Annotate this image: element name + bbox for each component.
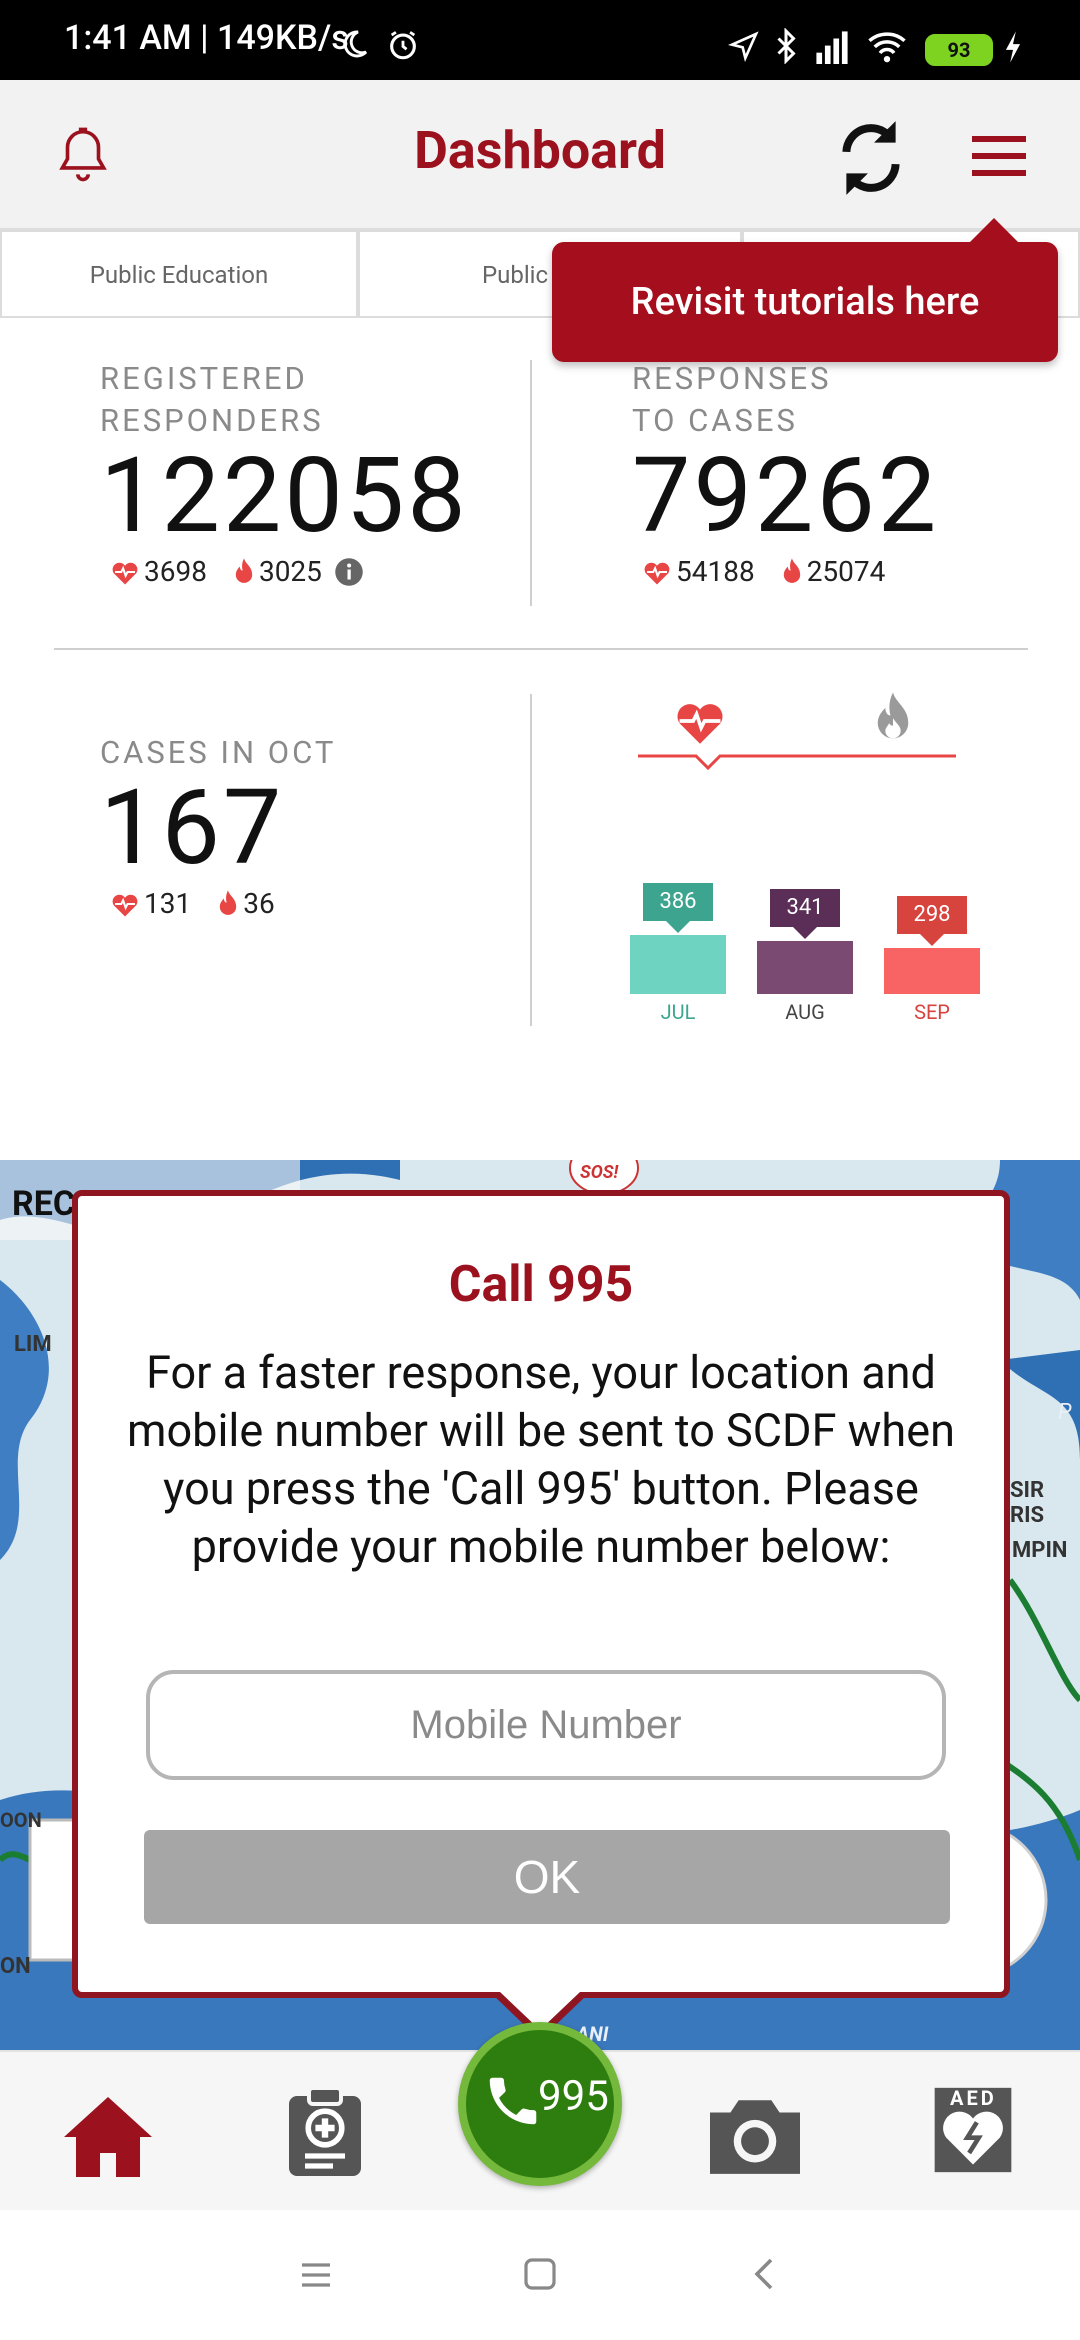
fire-icon — [233, 557, 255, 587]
dialog-title: Call 995 — [448, 1256, 634, 1314]
bar-label-sep: SEP — [914, 1000, 950, 1024]
hamburger-menu-icon[interactable] — [970, 134, 1028, 178]
info-icon[interactable] — [334, 557, 364, 587]
call-button-label: 995 — [538, 2072, 609, 2121]
app-header: Dashboard — [0, 80, 1080, 230]
bar-value-pointer-aug — [793, 927, 817, 939]
registered-responders-block: REGISTERED RESPONDERS 122058 3698 3025 — [100, 358, 469, 592]
responses-value: 79262 — [632, 436, 940, 557]
heart-pulse-icon — [642, 558, 672, 586]
bar-value-pointer-sep — [920, 934, 944, 946]
page-title: Dashboard — [414, 120, 666, 181]
stats-divider-horizontal — [54, 648, 1028, 650]
medical-clipboard-icon[interactable] — [280, 2084, 370, 2180]
fire-icon — [781, 557, 803, 587]
stats-divider-vertical-top — [530, 360, 532, 606]
cases-value: 167 — [100, 768, 285, 889]
status-bar: 1:41 AM | 149KB/s 93 — [0, 0, 1080, 80]
bar-label-jul: JUL — [660, 1000, 696, 1024]
map-label-oon: OON — [0, 1808, 42, 1832]
bar-value-sep: 298 — [897, 896, 967, 934]
bar-value-pointer-jul — [666, 921, 690, 933]
battery-indicator: 93 — [925, 34, 993, 66]
responses-fire-count: 25074 — [806, 555, 886, 588]
moon-icon — [343, 30, 368, 58]
bar-aug — [757, 941, 853, 994]
fire-icon — [217, 889, 239, 919]
mobile-number-input[interactable] — [146, 1670, 946, 1780]
responses-label-line1: RESPONSES — [632, 360, 832, 397]
map-label-p: P — [1058, 1400, 1072, 1425]
dialog-message: For a faster response, your location and… — [127, 1346, 955, 1573]
signal-icon — [816, 31, 848, 64]
sync-icon[interactable] — [834, 118, 908, 198]
system-menu-icon[interactable] — [298, 2258, 334, 2292]
stats-divider-vertical-bottom — [530, 694, 532, 1026]
bar-sep — [884, 948, 980, 994]
system-home-icon[interactable] — [522, 2256, 558, 2292]
cases-month-block: CASES IN OCT 167 131 36 — [100, 732, 336, 924]
location-arrow-icon — [728, 31, 759, 62]
heart-pulse-icon — [110, 890, 140, 918]
camera-icon[interactable] — [700, 2088, 810, 2178]
monthly-cases-bar-chart: 386 JUL 341 AUG 298 SEP — [620, 840, 1000, 1030]
heart-pulse-icon — [110, 558, 140, 586]
map-sos-label: SOS! — [580, 1162, 619, 1183]
tab-public-education[interactable]: Public Education — [0, 230, 358, 318]
alarm-icon — [390, 31, 416, 60]
map-label-sir-ris: SIR RIS — [1010, 1478, 1045, 1528]
registered-value: 122058 — [100, 436, 469, 557]
status-time: 1:41 AM | 149KB/s — [64, 18, 349, 58]
map-label-mpin: MPIN — [1012, 1538, 1068, 1563]
cases-heart-count: 131 — [144, 887, 192, 920]
phone-icon — [489, 2077, 537, 2125]
bluetooth-icon — [777, 28, 796, 64]
map-label-rec: REC — [12, 1184, 76, 1224]
tutorial-tooltip[interactable]: Revisit tutorials here — [552, 218, 1058, 362]
call-995-button[interactable]: 995 — [458, 2022, 622, 2186]
wifi-icon — [868, 32, 906, 63]
ok-button[interactable]: OK — [144, 1830, 950, 1924]
call-995-dialog: Call 995 For a faster response, your loc… — [72, 1190, 1010, 1998]
responses-heart-count: 54188 — [676, 555, 755, 588]
registered-heart-count: 3698 — [144, 555, 207, 588]
system-navigation-bar — [0, 2210, 1080, 2340]
responses-block: RESPONSES TO CASES 79262 54188 25074 — [632, 358, 939, 592]
registered-label-line1: REGISTERED — [100, 360, 308, 397]
system-back-icon[interactable] — [750, 2256, 780, 2292]
cases-fire-count: 36 — [243, 887, 275, 920]
cardiac-tab-icon[interactable] — [672, 696, 728, 746]
home-icon[interactable] — [60, 2092, 156, 2182]
bar-value-jul: 386 — [643, 883, 713, 921]
bar-value-aug: 341 — [770, 889, 840, 927]
bar-label-aug: AUG — [785, 1000, 825, 1024]
registered-fire-count: 3025 — [258, 555, 322, 588]
fire-tab-icon[interactable] — [872, 690, 914, 746]
charging-icon — [1005, 31, 1021, 63]
map-label-lim: LIM — [14, 1332, 52, 1357]
aed-label: AED — [950, 2086, 997, 2110]
map-label-on: ON — [0, 1954, 31, 1979]
bar-jul — [630, 935, 726, 994]
